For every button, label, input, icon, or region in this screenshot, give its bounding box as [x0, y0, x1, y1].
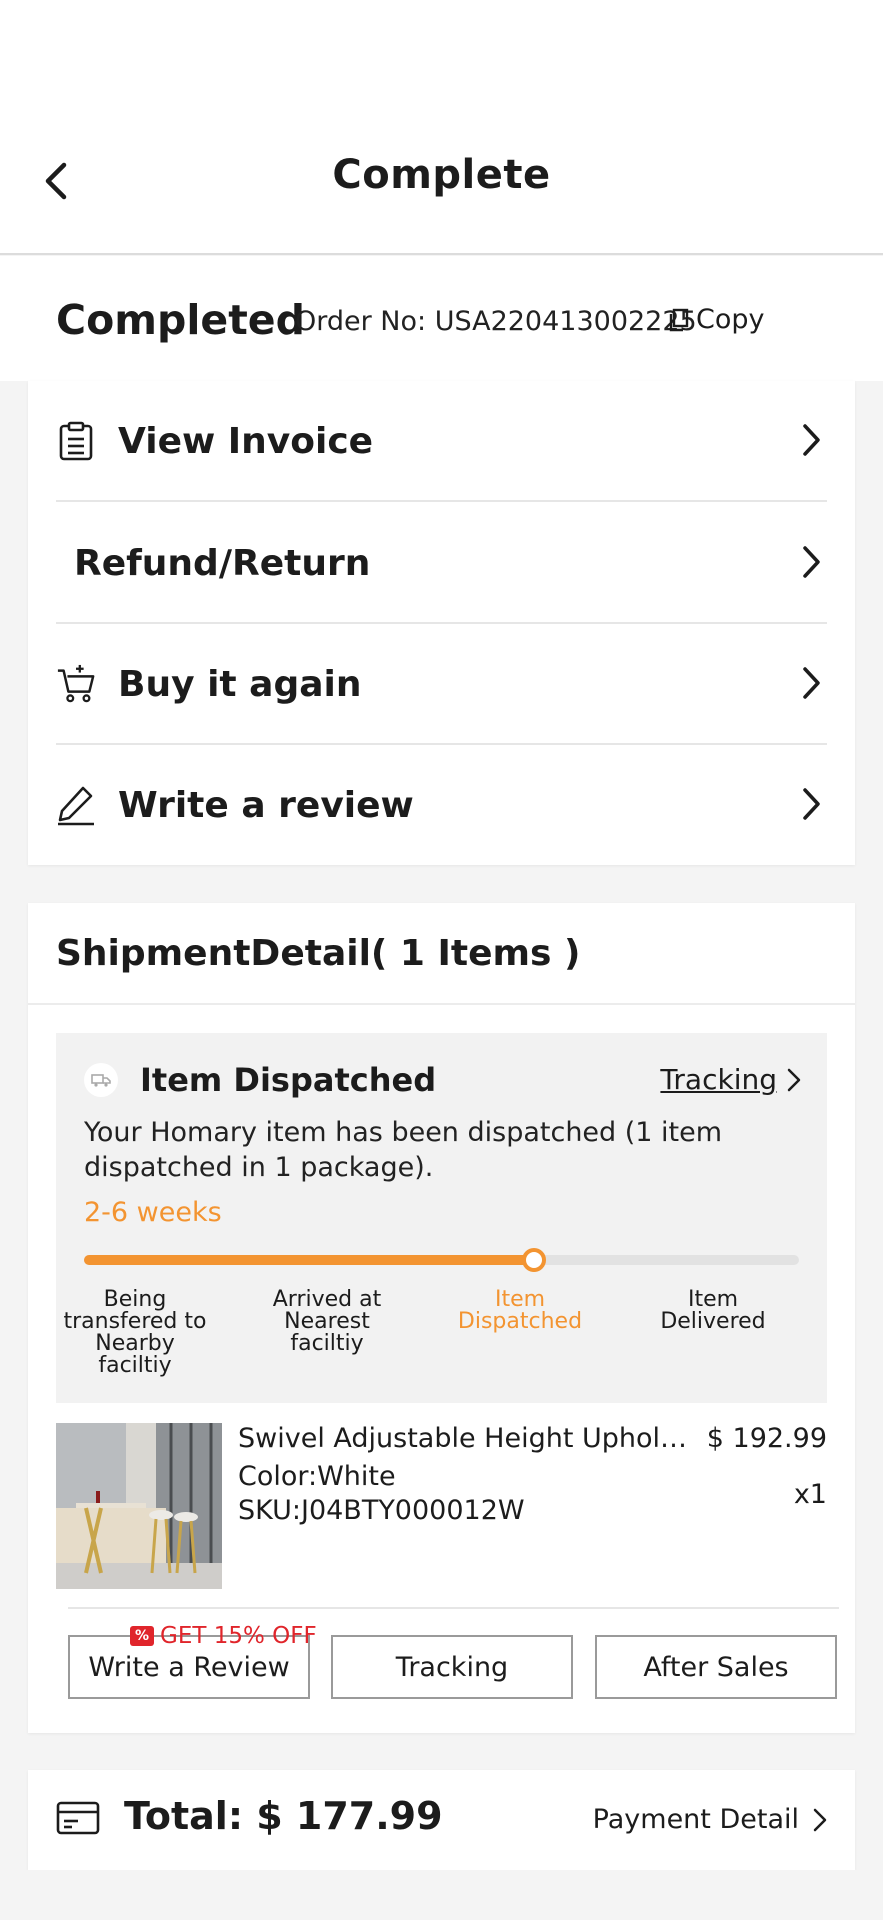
promo-text: GET 15% OFF	[160, 1623, 317, 1649]
product-quantity: x1	[793, 1479, 827, 1510]
shipment-header: ShipmentDetail( 1 Items )	[56, 933, 581, 974]
product-price: $ 192.99	[706, 1423, 827, 1454]
payment-detail-label: Payment Detail	[592, 1804, 799, 1835]
menu-item-label: Refund/Return	[74, 542, 371, 584]
dispatch-message: Your Homary item has been dispatched (1 …	[84, 1117, 723, 1183]
truck-icon	[84, 1063, 118, 1097]
invoice-icon	[56, 421, 96, 461]
chevron-right-icon	[803, 667, 820, 699]
copy-icon	[669, 308, 689, 331]
dispatch-status-box: Item Dispatched Tracking Your Homary ite…	[56, 1033, 827, 1403]
product-name[interactable]: Swivel Adjustable Height Upholste...	[238, 1423, 693, 1454]
menu-item-label: Write a review	[118, 784, 414, 826]
product-color: Color:White	[238, 1461, 396, 1492]
progress-knob	[522, 1248, 547, 1272]
copy-label: Copy	[696, 304, 765, 335]
delivery-eta: 2-6 weeks	[84, 1197, 222, 1228]
chevron-right-icon	[787, 1068, 801, 1091]
view-invoice-item[interactable]: View Invoice	[56, 381, 827, 501]
chevron-right-icon	[803, 424, 820, 456]
menu-item-label: View Invoice	[118, 420, 374, 462]
order-status: Completed	[56, 296, 305, 344]
progress-fill	[84, 1255, 535, 1265]
product-sku: SKU:J04BTY000012W	[238, 1495, 525, 1526]
dispatch-title: Item Dispatched	[140, 1061, 437, 1099]
divider	[68, 1607, 839, 1609]
discount-tag-icon: %	[130, 1626, 154, 1646]
cart-add-icon	[56, 664, 96, 704]
credit-card-icon	[56, 1801, 100, 1835]
shipping-progress-bar	[84, 1248, 799, 1272]
step-dispatched: Item Dispatched	[457, 1287, 583, 1334]
menu-item-label: Buy it again	[118, 663, 362, 705]
write-review-item[interactable]: Write a review	[56, 745, 827, 865]
chevron-right-icon	[813, 1808, 827, 1831]
top-bar: Complete	[0, 0, 883, 255]
page-title: Complete	[332, 152, 551, 198]
payment-detail-link[interactable]: Payment Detail	[593, 1804, 827, 1835]
after-sales-button[interactable]: After Sales	[595, 1635, 837, 1699]
step-transfered: Being transfered to Nearby faciltiy	[63, 1287, 207, 1378]
product-image[interactable]	[56, 1423, 222, 1589]
shipment-card: ShipmentDetail( 1 Items ) Item Dispatche…	[28, 903, 855, 1733]
bottom-background	[0, 1870, 883, 1920]
promo-badge: % GET 15% OFF	[130, 1623, 317, 1649]
tracking-link-label: Tracking	[660, 1063, 777, 1096]
buy-again-item[interactable]: Buy it again	[56, 624, 827, 744]
copy-order-button[interactable]: Copy	[668, 304, 765, 335]
tracking-button[interactable]: Tracking	[331, 1635, 573, 1699]
order-total: Total: $ 177.99	[124, 1794, 443, 1838]
divider	[28, 1003, 855, 1005]
total-card: Total: $ 177.99 Payment Detail	[28, 1770, 855, 1870]
chevron-right-icon	[803, 546, 820, 578]
step-delivered: Item Delivered	[660, 1287, 766, 1334]
divider	[56, 500, 827, 502]
pencil-icon	[56, 785, 96, 826]
tracking-link[interactable]: Tracking	[660, 1063, 801, 1096]
chevron-right-icon	[803, 788, 820, 820]
refund-return-item[interactable]: Refund/Return	[56, 503, 827, 623]
order-number: Order No: USA220413002225	[295, 306, 697, 337]
step-arrived: Arrived at Nearest faciltiy	[272, 1287, 382, 1356]
order-actions-card: View Invoice Refund/Return Buy it again	[28, 381, 855, 865]
